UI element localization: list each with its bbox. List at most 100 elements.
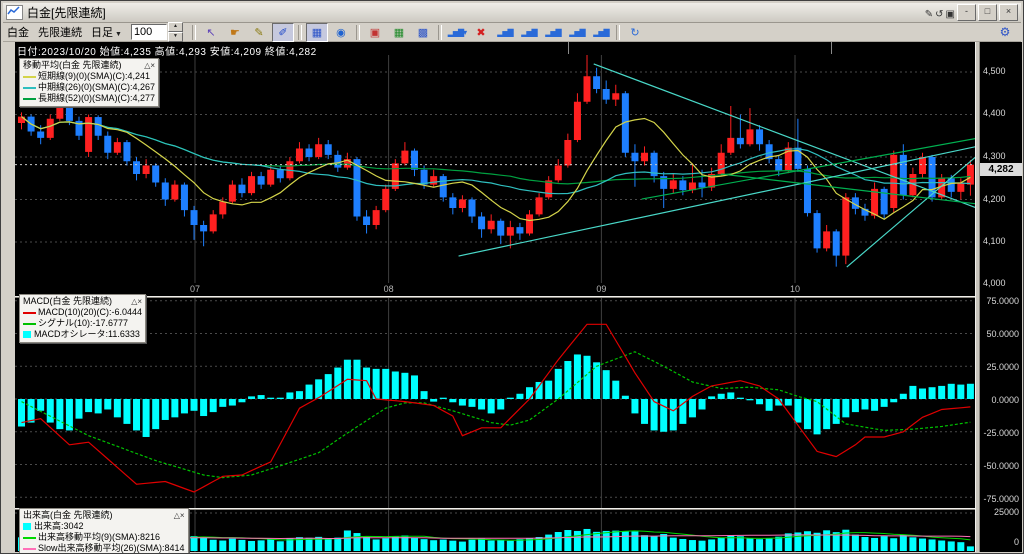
legend-close-button[interactable]: × [137,297,142,306]
legend-row: MACD(10)(20)(C):-6.0444 [23,307,142,318]
x-axis-labels: 07080910 [15,283,975,296]
legend-row: シグナル(10):-17.6777 [23,318,142,329]
chart-type-icon[interactable]: ▂▅▇▾ [446,23,468,42]
panel-layout-3-icon[interactable]: ▂▅▇ [542,23,564,42]
link-icon[interactable]: ↺ [935,9,943,20]
legend-swatch-icon [23,323,36,325]
grid-blue-icon[interactable]: ▩ [412,23,434,42]
legend-row: 出来高:3042 [23,521,185,532]
legend-row: 中期線(26)(0)(SMA)(C):4,267 [23,82,155,93]
legend-row: 短期線(9)(0)(SMA)(C):4,241 [23,71,155,82]
month-tick-label: 10 [790,284,800,294]
line-tool-icon[interactable]: ✐ [272,23,294,42]
panel-layout-4-icon[interactable]: ▂▅▇ [566,23,588,42]
legend-row-label: MACD(10)(20)(C):-6.0444 [38,307,142,318]
axis-tick-label: 4,300 [983,151,1006,161]
axis-tick-label: 0 [1014,537,1019,547]
spin-down-button[interactable]: ▼ [168,32,183,42]
chevron-down-icon: ▼ [115,31,122,38]
panel-layout-2-icon[interactable]: ▂▅▇ [518,23,540,42]
axis-tick-label: 50.0000 [986,329,1019,339]
chart-settings-icon[interactable]: ▦ [306,23,328,42]
window-title: 白金[先限連続] [27,4,923,21]
toolbar: 白金 先限連続 日足▼ 100 ▲ ▼ ↖☛✎✐▦◉▣▦▩▂▅▇▾✖▂▅▇▂▅▇… [3,23,1021,42]
toolbar-separator [298,25,302,40]
legend-swatch-icon [23,76,36,78]
info-bar-divider [568,42,569,54]
legend-swatch-icon [23,331,31,338]
legend-row-label: シグナル(10):-17.6777 [38,318,128,329]
close-button[interactable]: × [999,4,1018,21]
grid-green-icon[interactable]: ▦ [388,23,410,42]
month-tick-label: 08 [384,284,394,294]
legend-row: 出来高移動平均(9)(SMA):8216 [23,532,185,543]
zoom-sphere-icon[interactable]: ◉ [330,23,352,42]
macd-panel[interactable] [15,298,975,508]
axis-tick-label: 0.0000 [991,395,1019,405]
spin-up-button[interactable]: ▲ [168,22,183,32]
price-axis[interactable]: 4,282 4,5004,4004,3004,2004,1004,00075.0… [980,42,1022,552]
axis-tick-label: -25.0000 [983,428,1019,438]
draw-icon[interactable]: ✎ [925,9,933,20]
legend-row: Slow出来高移動平均(26)(SMA):8414 [23,543,185,554]
title-bar[interactable]: 白金[先限連続] ✎↺▣ - □ × [3,3,1021,23]
cursor-icon[interactable]: ↖ [200,23,222,42]
legend-swatch-icon [23,312,36,314]
axis-tick-label: 25000 [994,507,1019,517]
maximize-button[interactable]: □ [978,4,997,21]
legend-swatch-icon [23,87,36,89]
chart-window: 白金[先限連続] ✎↺▣ - □ × 白金 先限連続 日足▼ 100 ▲ ▼ ↖… [0,0,1024,554]
symbol-selector[interactable]: 白金 [7,24,29,40]
duplicate-window-icon[interactable]: ▣ [946,9,955,20]
bar-count-input[interactable]: 100 [131,24,167,40]
legend-close-button[interactable]: × [150,61,155,70]
legend-close-button[interactable]: × [180,511,185,520]
axis-tick-label: 75.0000 [986,296,1019,306]
quote-info-bar: 日付:2023/10/20 始値:4,235 高値:4,293 安値:4,209… [17,43,317,55]
legend-row-label: 短期線(9)(0)(SMA)(C):4,241 [38,71,150,82]
macd-chart-canvas[interactable] [15,298,975,508]
toolbar-separator [192,25,196,40]
refresh-icon[interactable]: ↻ [624,23,646,42]
pencil-icon[interactable]: ✎ [248,23,270,42]
hand-icon[interactable]: ☛ [224,23,246,42]
toolbar-separator [438,25,442,40]
legend-row-label: 出来高移動平均(9)(SMA):8216 [38,532,160,543]
current-price-tag: 4,282 [980,163,1022,176]
axis-tick-label: 4,500 [983,66,1006,76]
axis-tick-label: -50.0000 [983,461,1019,471]
legend-swatch-icon [23,537,36,539]
panel-layout-1-icon[interactable]: ▂▅▇ [494,23,516,42]
chart-area: 日付:2023/10/20 始値:4,235 高値:4,293 安値:4,209… [15,42,975,552]
timeframe-selector[interactable]: 日足▼ [91,24,122,40]
new-chart-icon[interactable]: ▣ [364,23,386,42]
panel-layout-5-icon[interactable]: ▂▅▇ [590,23,612,42]
macd-legend: MACD(白金 先限連続) △× MACD(10)(20)(C):-6.0444… [19,294,146,343]
minimize-button[interactable]: - [957,4,976,21]
macd-legend-title: MACD(白金 先限連続) [23,296,112,307]
volume-legend-title: 出来高(白金 先限連続) [23,510,113,521]
legend-swatch-icon [23,548,36,550]
axis-tick-label: 4,000 [983,278,1006,288]
settings-wrench-icon[interactable]: ⚙ [994,23,1016,42]
toolbar-separator [616,25,620,40]
app-icon [6,5,23,20]
legend-row-label: 長期線(52)(0)(SMA)(C):4,277 [38,93,155,104]
bar-count-stepper: 100 ▲ ▼ [131,22,183,42]
info-bar-divider [831,42,832,54]
legend-row: 長期線(52)(0)(SMA)(C):4,277 [23,93,155,104]
legend-row-label: 中期線(26)(0)(SMA)(C):4,267 [38,82,155,93]
legend-row-label: 出来高:3042 [34,521,84,532]
ma-legend: 移動平均(白金 先限連続) △× 短期線(9)(0)(SMA)(C):4,241… [19,58,159,107]
legend-row-label: Slow出来高移動平均(26)(SMA):8414 [38,543,185,554]
remove-indicator-icon[interactable]: ✖ [470,23,492,42]
legend-swatch-icon [23,98,36,100]
axis-tick-label: 25.0000 [986,362,1019,372]
contract-selector[interactable]: 先限連続 [38,24,82,40]
legend-row: MACDオシレータ:11.6333 [23,329,142,340]
axis-tick-label: 4,200 [983,194,1006,204]
legend-swatch-icon [23,523,31,530]
toolbar-separator [356,25,360,40]
ma-legend-title: 移動平均(白金 先限連続) [23,60,122,71]
axis-tick-label: 4,400 [983,108,1006,118]
